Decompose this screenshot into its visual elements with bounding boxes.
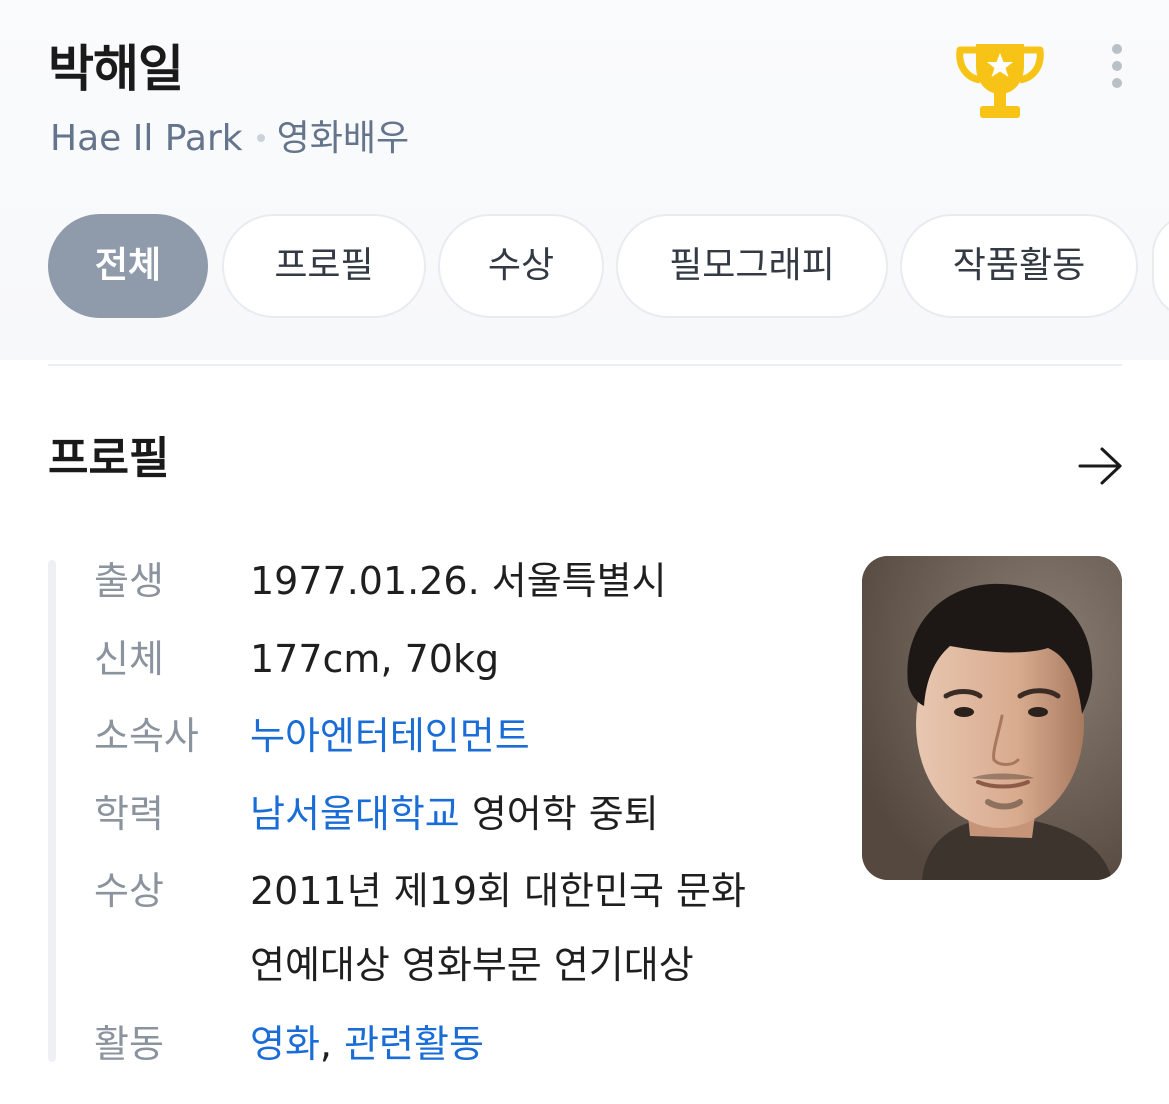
info-value-award: 2011년 제19회 대한민국 문화연예대상 영화부문 연기대상: [250, 854, 810, 1002]
tab-filmography[interactable]: 필모그래피: [616, 214, 888, 318]
award-line-1: 2011년 제19회 대한민국 문화: [250, 869, 746, 913]
tab-works[interactable]: 작품활동: [900, 214, 1138, 318]
info-value-agency: 누아엔터테인먼트: [250, 699, 810, 773]
info-value-body: 177cm, 70kg: [250, 637, 500, 681]
more-vertical-icon[interactable]: [1100, 42, 1134, 90]
info-label-education: 학력: [94, 792, 164, 836]
info-label-agency: 소속사: [94, 714, 199, 758]
info-row-award: 수상 2011년 제19회 대한민국 문화연예대상 영화부문 연기대상: [94, 863, 834, 1003]
profile-card: 박해일 Hae Il Park 영화배우 전체 프로필 수상 필모그래피 작품활동…: [0, 0, 1169, 1104]
agency-link[interactable]: 누아엔터테인먼트: [250, 714, 530, 758]
tab-profile[interactable]: 프로필: [222, 214, 426, 318]
name-english: Hae Il Park: [50, 118, 243, 159]
info-row-body: 신체 177cm, 70kg: [94, 631, 834, 691]
info-label-body: 신체: [94, 637, 164, 681]
tab-bar: 전체 프로필 수상 필모그래피 작품활동: [48, 214, 1169, 322]
info-value-birth: 1977.01.26. 서울특별시: [250, 559, 667, 603]
separator-dot: [256, 134, 265, 142]
info-row-birth: 출생 1977.01.26. 서울특별시: [94, 553, 834, 613]
section-title: 프로필: [48, 433, 170, 484]
info-label-activity: 활동: [94, 1022, 164, 1066]
tab-awards[interactable]: 수상: [438, 214, 604, 318]
tab-more-partial[interactable]: [1152, 214, 1169, 318]
trophy-icon[interactable]: [952, 36, 1048, 122]
info-row-agency: 소속사 누아엔터테인먼트: [94, 708, 834, 768]
occupation: 영화배우: [276, 118, 410, 159]
info-label-award: 수상: [94, 869, 164, 913]
info-row-activity: 활동 영화, 관련활동: [94, 1016, 834, 1076]
person-name: 박해일: [48, 40, 184, 98]
film-link[interactable]: 영화: [250, 1022, 320, 1066]
tab-all[interactable]: 전체: [48, 214, 208, 318]
related-activity-link[interactable]: 관련활동: [344, 1022, 484, 1066]
activity-separator: ,: [319, 1022, 345, 1066]
education-detail: 영어학 중퇴: [459, 792, 659, 836]
award-line-2: 연예대상 영화부문 연기대상: [250, 943, 694, 987]
person-subtitle: Hae Il Park 영화배우: [50, 114, 409, 164]
profile-photo[interactable]: [862, 556, 1122, 880]
info-value-activity: 영화, 관련활동: [250, 1007, 810, 1081]
info-label-birth: 출생: [94, 559, 164, 603]
info-row-education: 학력 남서울대학교 영어학 중퇴: [94, 786, 834, 846]
divider: [48, 364, 1122, 366]
school-link[interactable]: 남서울대학교: [250, 792, 460, 836]
info-left-bar: [48, 560, 56, 1062]
arrow-right-icon[interactable]: [1076, 444, 1124, 488]
info-value-education: 남서울대학교 영어학 중퇴: [250, 777, 810, 851]
